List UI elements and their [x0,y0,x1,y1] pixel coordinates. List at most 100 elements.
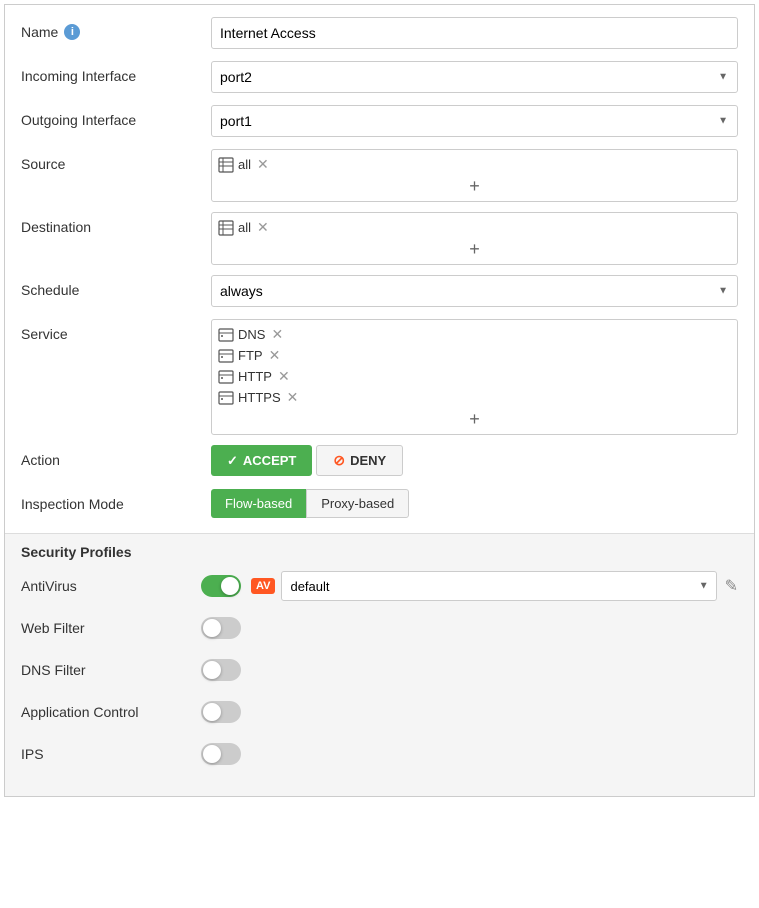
dns-filter-toggle-slider [201,659,241,681]
proxy-based-label: Proxy-based [321,496,394,511]
source-tag-container: all ✕ + [211,149,738,202]
schedule-select-wrapper: always once recurring [211,275,738,307]
service-https-text: HTTPS [238,390,281,405]
destination-field: all ✕ + [211,212,738,265]
source-field: all ✕ + [211,149,738,202]
destination-tag-row: all ✕ [218,217,731,238]
name-label: Name i [21,17,211,40]
source-label: Source [21,149,211,172]
av-select-wrapper: default strict custom [281,571,716,601]
source-label-text: Source [21,156,65,172]
service-tag-https-row: HTTPS ✕ [218,387,731,408]
name-input[interactable] [211,17,738,49]
incoming-interface-select-wrapper: port2 port1 port3 [211,61,738,93]
destination-label: Destination [21,212,211,235]
service-label: Service [21,319,211,342]
service-http-close[interactable]: ✕ [276,368,292,385]
policy-form: Name i Incoming Interface port2 port1 po… [4,4,755,797]
web-filter-toggle-slider [201,617,241,639]
ips-toggle[interactable] [201,743,241,765]
name-row: Name i [21,17,738,51]
antivirus-edit-icon[interactable]: ✎ [725,576,738,596]
antivirus-content: AV default strict custom ✎ [251,571,738,601]
service-tag-http: HTTP ✕ [218,368,292,385]
name-field [211,17,738,49]
ips-label: IPS [21,746,201,762]
action-row: Action ✓ ACCEPT ⊘ DENY [21,445,738,479]
service-add-button[interactable]: + [218,408,731,430]
source-row: Source all ✕ + [21,149,738,202]
service-tag-http-row: HTTP ✕ [218,366,731,387]
app-control-label: Application Control [21,704,201,720]
deny-button[interactable]: ⊘ DENY [316,445,403,476]
antivirus-toggle[interactable] [201,575,241,597]
service-field: DNS ✕ FTP ✕ [211,319,738,435]
incoming-interface-label: Incoming Interface [21,61,211,84]
outgoing-interface-select[interactable]: port1 port2 port3 [211,105,738,137]
destination-tag-container: all ✕ + [211,212,738,265]
antivirus-toggle-slider [201,575,241,597]
inspection-mode-field: Flow-based Proxy-based [211,489,738,518]
security-profiles-section: Security Profiles AntiVirus AV default s… [5,533,754,796]
destination-tag-all: all ✕ [218,219,271,236]
service-https-close[interactable]: ✕ [285,389,301,406]
inspection-mode-label-text: Inspection Mode [21,496,124,512]
security-profiles-title: Security Profiles [21,544,738,560]
outgoing-interface-select-wrapper: port1 port2 port3 [211,105,738,137]
source-tag-all: all ✕ [218,156,271,173]
av-badge: AV [251,578,275,594]
destination-all-close[interactable]: ✕ [255,219,271,236]
dns-filter-row: DNS Filter [21,654,738,686]
web-filter-toggle[interactable] [201,617,241,639]
outgoing-interface-label-text: Outgoing Interface [21,112,136,128]
incoming-interface-field: port2 port1 port3 [211,61,738,93]
checkmark-icon: ✓ [227,453,238,469]
antivirus-select[interactable]: default strict custom [281,571,716,601]
schedule-label: Schedule [21,275,211,298]
service-http-icon [218,369,234,385]
name-label-text: Name [21,24,58,40]
outgoing-interface-row: Outgoing Interface port1 port2 port3 [21,105,738,139]
dns-filter-label: DNS Filter [21,662,201,678]
source-tag-row: all ✕ [218,154,731,175]
app-control-toggle-slider [201,701,241,723]
destination-address-icon [218,220,234,236]
dns-filter-toggle[interactable] [201,659,241,681]
destination-row: Destination all ✕ + [21,212,738,265]
incoming-interface-select[interactable]: port2 port1 port3 [211,61,738,93]
destination-label-text: Destination [21,219,91,235]
dns-filter-toggle-knob [203,661,221,679]
name-info-icon[interactable]: i [64,24,80,40]
deny-circle-icon: ⊘ [333,452,345,469]
source-add-button[interactable]: + [218,175,731,197]
ips-toggle-slider [201,743,241,765]
app-control-toggle[interactable] [201,701,241,723]
schedule-select[interactable]: always once recurring [211,275,738,307]
ips-row: IPS [21,738,738,770]
destination-add-button[interactable]: + [218,238,731,260]
accept-button[interactable]: ✓ ACCEPT [211,445,312,476]
service-tag-container: DNS ✕ FTP ✕ [211,319,738,435]
outgoing-interface-field: port1 port2 port3 [211,105,738,137]
action-field: ✓ ACCEPT ⊘ DENY [211,445,738,476]
inspection-mode-label: Inspection Mode [21,489,211,512]
source-all-text: all [238,157,251,172]
service-ftp-text: FTP [238,348,263,363]
flow-based-button[interactable]: Flow-based [211,489,306,518]
service-dns-text: DNS [238,327,265,342]
destination-all-text: all [238,220,251,235]
service-label-text: Service [21,326,68,342]
antivirus-label: AntiVirus [21,578,201,594]
source-all-close[interactable]: ✕ [255,156,271,173]
web-filter-toggle-knob [203,619,221,637]
incoming-interface-row: Incoming Interface port2 port1 port3 [21,61,738,95]
service-ftp-icon [218,348,234,364]
action-label-text: Action [21,452,60,468]
proxy-based-button[interactable]: Proxy-based [306,489,409,518]
service-tag-https: HTTPS ✕ [218,389,300,406]
deny-label: DENY [350,453,386,468]
service-ftp-close[interactable]: ✕ [267,347,283,364]
inspection-mode-row: Inspection Mode Flow-based Proxy-based [21,489,738,523]
service-dns-close[interactable]: ✕ [269,326,285,343]
service-https-icon [218,390,234,406]
